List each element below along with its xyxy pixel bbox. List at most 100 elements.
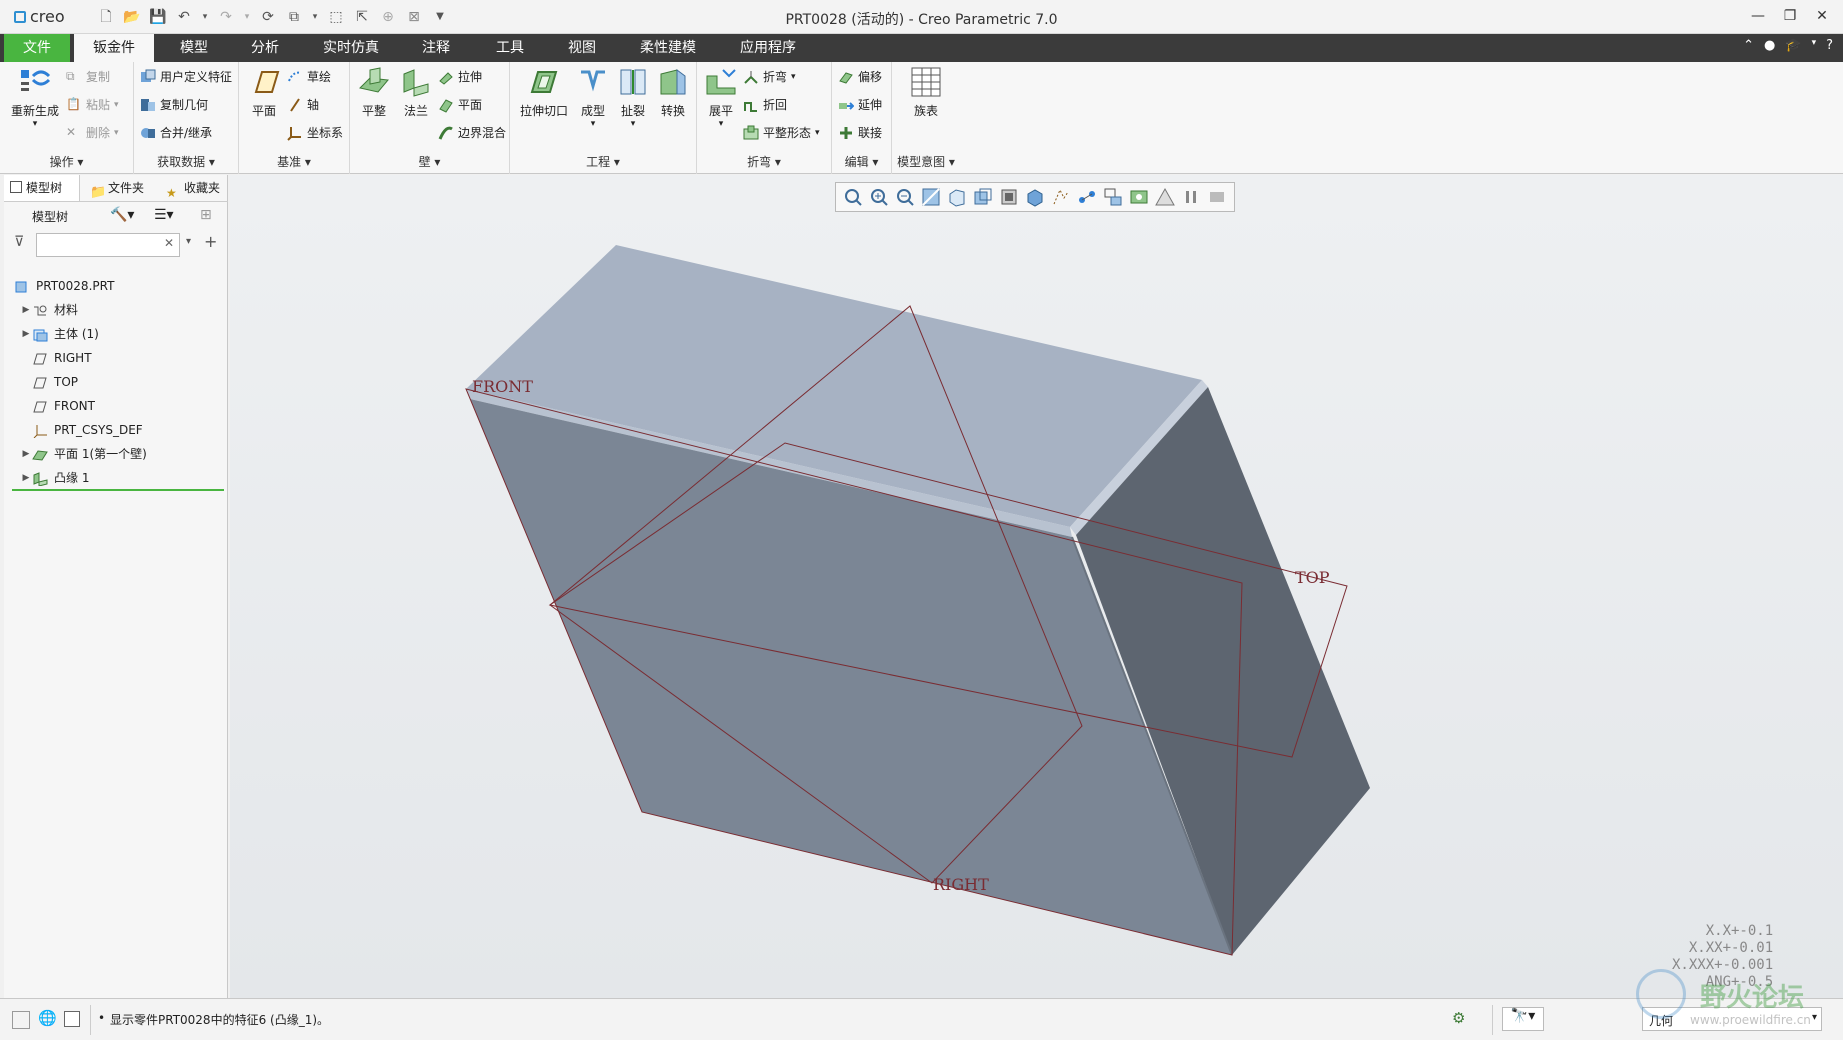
family-table-button[interactable]: 族表 <box>904 66 948 119</box>
delete-dropdown-icon[interactable]: ▾ <box>114 128 119 138</box>
convert-button[interactable]: 转换 <box>654 66 692 119</box>
tree-settings-icon[interactable]: 🔨▾ <box>110 207 134 223</box>
help-icon[interactable]: ? <box>1826 38 1833 53</box>
tab-simulation[interactable]: 实时仿真 <box>318 34 384 62</box>
planar-wall-button[interactable]: 平面 <box>438 96 482 113</box>
group-label-datum[interactable]: 基准 ▾ <box>239 153 349 170</box>
unbend-button[interactable]: 展平 ▾ <box>701 66 741 129</box>
saved-orientations-icon[interactable] <box>946 186 968 208</box>
expand-arrow-icon[interactable]: ▶ <box>20 443 32 465</box>
delete-button[interactable]: ✕ 删除 ▾ <box>66 124 119 141</box>
paste-button[interactable]: 📋 粘贴 ▾ <box>66 96 119 113</box>
tree-item-right[interactable]: RIGHT <box>32 347 92 369</box>
expand-arrow-icon[interactable]: ▶ <box>20 467 32 489</box>
group-label-bend[interactable]: 折弯 ▾ <box>697 153 831 170</box>
flat-pattern-dropdown-icon[interactable]: ▾ <box>815 128 820 138</box>
group-label-operations[interactable]: 操作 ▾ <box>0 153 133 170</box>
tree-columns-icon[interactable]: ⊞ <box>200 207 212 223</box>
boundary-blend-button[interactable]: 边界混合 <box>438 124 506 141</box>
extrude-wall-button[interactable]: 拉伸 <box>438 68 482 85</box>
unbend-dropdown-icon[interactable]: ▾ <box>701 119 741 129</box>
warning-display-icon[interactable] <box>1154 186 1176 208</box>
learning-dropdown-icon[interactable]: ▾ <box>1812 38 1817 53</box>
paste-dropdown-icon[interactable]: ▾ <box>114 100 119 110</box>
flange-button[interactable]: 法兰 <box>396 66 436 119</box>
datum-display-icon[interactable] <box>1050 186 1072 208</box>
tree-item-top[interactable]: TOP <box>32 371 78 393</box>
group-label-getdata[interactable]: 获取数据 ▾ <box>134 153 238 170</box>
csys-button[interactable]: 坐标系 <box>287 124 343 141</box>
tree-item-csys[interactable]: PRT_CSYS_DEF <box>32 419 143 441</box>
tab-model-tree[interactable]: 模型树 <box>4 175 80 201</box>
find-button[interactable]: 🔭▾ <box>1502 1007 1544 1031</box>
udf-button[interactable]: 用户定义特征 <box>140 68 232 85</box>
fullscreen-toggle-icon[interactable] <box>64 1011 80 1027</box>
tree-search-input[interactable] <box>36 233 180 257</box>
pause-icon[interactable] <box>1180 186 1202 208</box>
tree-item-front[interactable]: FRONT <box>32 395 95 417</box>
learning-icon[interactable]: 🎓 <box>1785 38 1801 53</box>
join-button[interactable]: 联接 <box>838 124 882 141</box>
copy-geometry-button[interactable]: 复制几何 <box>140 96 208 113</box>
clear-search-icon[interactable]: ✕ <box>164 236 174 250</box>
bend-dropdown-icon[interactable]: ▾ <box>791 72 796 82</box>
bend-button[interactable]: 折弯 ▾ <box>743 68 796 85</box>
tree-show-icon[interactable]: ☰▾ <box>154 207 174 223</box>
tree-item-material[interactable]: ▶ 材料 <box>20 299 78 321</box>
group-label-wall[interactable]: 壁 ▾ <box>350 153 509 170</box>
collapse-ribbon-icon[interactable]: ⌃ <box>1743 38 1754 53</box>
rip-button[interactable]: 扯裂 ▾ <box>614 66 652 129</box>
datum-label-front[interactable]: FRONT <box>472 377 533 396</box>
expand-arrow-icon[interactable]: ▶ <box>20 299 32 321</box>
appearance-icon[interactable] <box>1128 186 1150 208</box>
group-label-model-intent[interactable]: 模型意图 ▾ <box>892 153 960 170</box>
expand-arrow-icon[interactable]: ▶ <box>20 323 32 345</box>
tab-apps[interactable]: 应用程序 <box>732 34 804 62</box>
tree-item-flange[interactable]: ▶ 凸缘 1 <box>20 467 89 489</box>
filter-icon[interactable]: ⊽ <box>14 234 24 250</box>
search-dropdown-icon[interactable]: ▾ <box>186 236 191 247</box>
rip-dropdown-icon[interactable]: ▾ <box>614 119 652 129</box>
tree-item-part[interactable]: PRT0028.PRT <box>14 275 114 297</box>
tab-file[interactable]: 文件 <box>4 34 70 62</box>
zoom-in-icon[interactable] <box>868 186 890 208</box>
tab-flexible[interactable]: 柔性建模 <box>635 34 701 62</box>
flat-pattern-button[interactable]: 平整形态 ▾ <box>743 124 820 141</box>
refit-icon[interactable] <box>842 186 864 208</box>
copy-button[interactable]: ⧉ 复制 <box>66 68 110 85</box>
axis-button[interactable]: 轴 <box>287 96 319 113</box>
datum-label-top[interactable]: TOP <box>1295 568 1330 587</box>
tab-tools[interactable]: 工具 <box>486 34 534 62</box>
regen-status-icon[interactable]: ⚙ <box>1452 1009 1465 1027</box>
bend-back-button[interactable]: 折回 <box>743 96 787 113</box>
display-style-icon[interactable] <box>1024 186 1046 208</box>
navigator-toggle-icon[interactable] <box>12 1011 30 1029</box>
extrude-cut-button[interactable]: 拉伸切口 <box>518 66 570 119</box>
sketch-button[interactable]: 草绘 <box>287 68 331 85</box>
tab-annotate[interactable]: 注释 <box>412 34 460 62</box>
filter-dropdown-icon[interactable]: ▾ <box>1812 1012 1817 1023</box>
spin-center-icon[interactable] <box>1076 186 1098 208</box>
view-manager-icon[interactable] <box>972 186 994 208</box>
repaint-icon[interactable] <box>920 186 942 208</box>
maximize-button[interactable]: ❐ <box>1779 6 1801 26</box>
graphics-viewport[interactable]: FRONT TOP RIGHT X.X+-0.1 X.XX+-0.01 X.XX… <box>230 175 1843 998</box>
form-button[interactable]: 成型 ▾ <box>574 66 612 129</box>
tab-folder[interactable]: 📁 文件夹 <box>86 175 152 201</box>
zoom-out-icon[interactable] <box>894 186 916 208</box>
tab-sheetmetal[interactable]: 钣金件 <box>74 34 154 62</box>
community-icon[interactable]: ● <box>1764 38 1775 53</box>
stop-icon[interactable] <box>1206 186 1228 208</box>
regenerate-dropdown-icon[interactable]: ▾ <box>8 119 62 129</box>
tree-item-body[interactable]: ▶ 主体 (1) <box>20 323 99 345</box>
form-dropdown-icon[interactable]: ▾ <box>574 119 612 129</box>
offset-button[interactable]: 偏移 <box>838 68 882 85</box>
tab-analysis[interactable]: 分析 <box>241 34 289 62</box>
close-button[interactable]: ✕ <box>1811 6 1833 26</box>
annotation-display-icon[interactable] <box>1102 186 1124 208</box>
flat-wall-button[interactable]: 平整 <box>354 66 394 119</box>
datum-plane-button[interactable]: 平面 <box>245 66 283 119</box>
tab-favorites[interactable]: ★ 收藏夹 <box>162 175 228 201</box>
merge-inherit-button[interactable]: 合并/继承 <box>140 124 212 141</box>
extend-button[interactable]: 延伸 <box>838 96 882 113</box>
